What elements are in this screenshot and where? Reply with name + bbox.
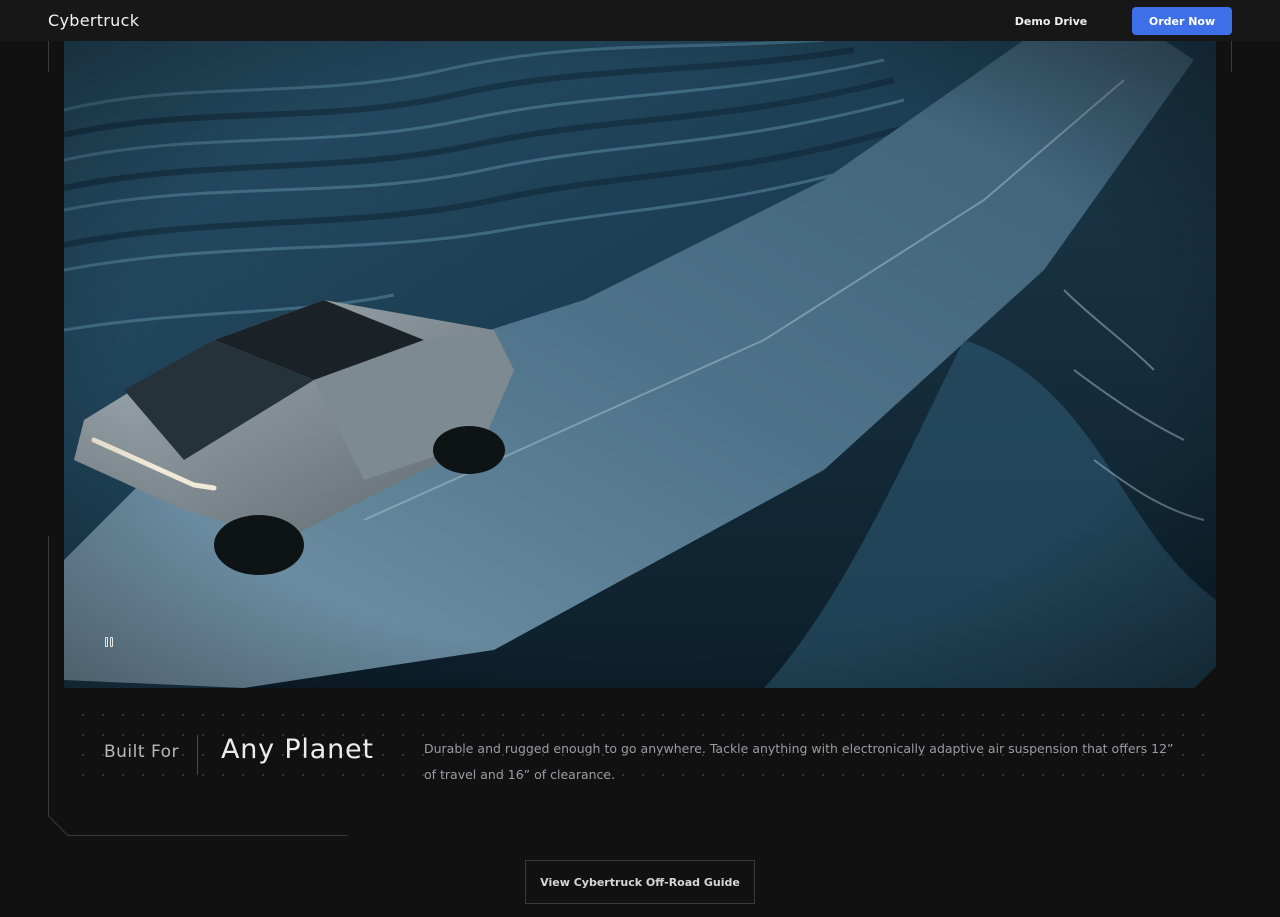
top-nav-bar: Cybertruck Demo Drive Order Now [0, 0, 1280, 41]
order-now-button[interactable]: Order Now [1132, 7, 1232, 35]
hero-scene [64, 40, 1216, 688]
frame-line-left-top [48, 41, 49, 72]
feature-description: Durable and rugged enough to go anywhere… [424, 741, 1174, 782]
pause-button[interactable] [104, 636, 116, 648]
off-road-guide-button[interactable]: View Cybertruck Off-Road Guide [525, 860, 755, 904]
hero-video[interactable] [64, 40, 1216, 688]
feature-kicker: Built For [104, 742, 180, 762]
feature-divider [197, 735, 198, 775]
pause-icon-bar [110, 637, 113, 647]
frame-corner [48, 815, 348, 836]
brand-logo[interactable]: Cybertruck [48, 11, 139, 30]
demo-drive-button[interactable]: Demo Drive [1006, 8, 1096, 34]
feature-title: Any Planet [221, 734, 374, 765]
frame-line-left-bottom [48, 536, 49, 816]
frame-line-right-top [1231, 41, 1232, 72]
pause-icon [105, 637, 108, 647]
